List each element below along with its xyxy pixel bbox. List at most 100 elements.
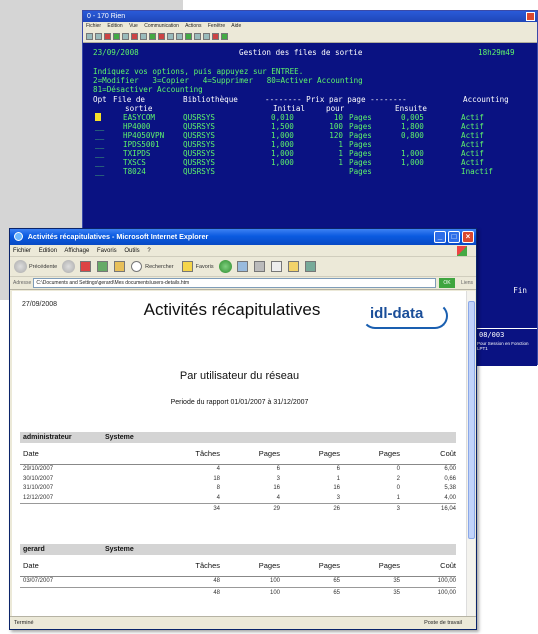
toolbar-icon[interactable]: [167, 33, 174, 40]
toolbar-icon[interactable]: [149, 33, 156, 40]
terminal-menu-fenetre[interactable]: Fenêtre: [208, 23, 225, 29]
toolbar-icon[interactable]: [131, 33, 138, 40]
col-pages: Pages: [318, 449, 340, 458]
back-button-label[interactable]: Précédente: [29, 264, 57, 270]
table-row: 29/10/2007 4 6 6 0 6,00: [20, 465, 456, 475]
windows-logo-icon: [457, 246, 467, 256]
terminal-menu-aide[interactable]: Aide: [231, 23, 241, 29]
menu-affichage[interactable]: Affichage: [64, 248, 89, 254]
search-icon[interactable]: [131, 261, 143, 272]
close-icon[interactable]: [526, 12, 535, 21]
terminal-titlebar[interactable]: 0 - 170 Rien: [83, 11, 537, 22]
forward-icon[interactable]: [62, 260, 76, 273]
total-pages: 29: [273, 506, 280, 512]
toolbar-icon[interactable]: [194, 33, 201, 40]
outq-lib: QUSRSYS: [183, 167, 216, 176]
terminal-menu-edition[interactable]: Edition: [107, 23, 122, 29]
cell-pages: 3: [276, 475, 280, 482]
menu-edition[interactable]: Edition: [39, 248, 57, 254]
close-button[interactable]: ×: [462, 231, 474, 243]
outq-pour: 1: [338, 158, 343, 167]
favorites-icon[interactable]: [181, 261, 193, 272]
maximize-button[interactable]: □: [448, 231, 460, 243]
cell-pages: 6: [336, 466, 340, 472]
column-header-row: Date Tâches Pages Pages Pages Coût: [20, 443, 456, 465]
total-row: 48 100 65 35 100,00: [20, 586, 456, 598]
terminal-status-note: Pour Session en Fonction LPT1: [477, 341, 529, 351]
total-taches: 48: [213, 589, 220, 596]
toolbar-icon[interactable]: [212, 33, 219, 40]
favorites-button-label[interactable]: Favoris: [196, 264, 214, 270]
cell-cout: 100,00: [437, 578, 456, 584]
edit-icon[interactable]: [270, 261, 282, 272]
toolbar-icon[interactable]: [104, 33, 111, 40]
report-period: Periode du rapport 01/01/2007 à 31/12/20…: [170, 399, 309, 406]
toolbar-icon[interactable]: [176, 33, 183, 40]
terminal-menu-actions[interactable]: Actions: [185, 23, 201, 29]
total-taches: 34: [213, 506, 220, 512]
print-icon[interactable]: [253, 261, 265, 272]
cursor-icon: [95, 113, 101, 121]
terminal-status-panel: 08/003 Pour Session en Fonction LPT1: [473, 328, 537, 366]
toolbar-icon[interactable]: [113, 33, 120, 40]
user-group: Systeme: [105, 434, 134, 441]
menu-outils[interactable]: Outils: [124, 248, 139, 254]
menu-favoris[interactable]: Favoris: [97, 248, 117, 254]
col-date: Date: [23, 561, 39, 570]
cell-taches: 4: [216, 494, 220, 501]
cell-date: [20, 504, 160, 514]
terminal-menu-vue[interactable]: Vue: [129, 23, 138, 29]
messenger-icon[interactable]: [304, 261, 316, 272]
cell-pages: 6: [276, 466, 280, 472]
cell-pages: 3: [336, 494, 340, 501]
scrollbar-thumb[interactable]: [468, 301, 475, 539]
table-row: 12/12/2007 4 4 3 1 4,00: [20, 494, 456, 504]
toolbar-icon[interactable]: [203, 33, 210, 40]
links-button[interactable]: Liens: [461, 280, 473, 286]
col-cout: Coût: [440, 561, 456, 570]
toolbar-icon[interactable]: [140, 33, 147, 40]
total-pages: 26: [333, 506, 340, 512]
go-button[interactable]: OK: [439, 278, 456, 288]
history-icon[interactable]: [218, 260, 232, 273]
search-button-label[interactable]: Rechercher: [145, 264, 173, 270]
logo-text: idl-data: [370, 305, 424, 322]
col-lib-header: Bibliothèque: [183, 95, 238, 104]
browser-title: Activités récapitulatives - Microsoft In…: [27, 232, 209, 241]
terminal-toolbar: [83, 31, 537, 43]
mail-icon[interactable]: [236, 261, 248, 272]
terminal-menu-communication[interactable]: Communication: [144, 23, 179, 29]
toolbar-icon[interactable]: [185, 33, 192, 40]
terminal-time: 18h29m49: [478, 48, 515, 57]
folder-icon[interactable]: [287, 261, 299, 272]
toolbar-icon[interactable]: [122, 33, 129, 40]
cell-pages: 16: [333, 485, 340, 491]
menu-fichier[interactable]: Fichier: [13, 248, 31, 254]
terminal-menu-fichier[interactable]: Fichier: [86, 23, 101, 29]
menu-aide[interactable]: ?: [147, 248, 150, 254]
cell-pages: 2: [396, 475, 400, 482]
cell-date: 29/10/2007: [23, 466, 54, 472]
toolbar-icon[interactable]: [86, 33, 93, 40]
back-icon[interactable]: [14, 260, 27, 273]
col-pages: Pages: [378, 449, 400, 458]
toolbar-icon[interactable]: [221, 33, 228, 40]
browser-titlebar[interactable]: Activités récapitulatives - Microsoft In…: [10, 229, 476, 245]
option-input[interactable]: __: [95, 167, 104, 177]
col-pages: Pages: [258, 561, 280, 570]
status-text: Terminé: [14, 620, 34, 626]
home-icon[interactable]: [114, 261, 126, 272]
terminal-counter: 08/003: [479, 331, 505, 339]
vertical-scrollbar[interactable]: [466, 291, 475, 617]
refresh-icon[interactable]: [97, 261, 109, 272]
cell-taches: 18: [213, 475, 220, 482]
toolbar-icon[interactable]: [95, 33, 102, 40]
terminal-fin: Fin: [513, 286, 527, 295]
address-bar: Adresse C:\Documents and Settings\gerard…: [10, 277, 476, 290]
cell-pages: 35: [393, 578, 400, 584]
toolbar-icon[interactable]: [158, 33, 165, 40]
minimize-button[interactable]: _: [434, 231, 446, 243]
terminal-options-2: 81=Désactiver Accounting: [93, 85, 203, 94]
stop-icon[interactable]: [80, 261, 92, 272]
address-input[interactable]: C:\Documents and Settings\gerard\Mes doc…: [33, 278, 437, 288]
